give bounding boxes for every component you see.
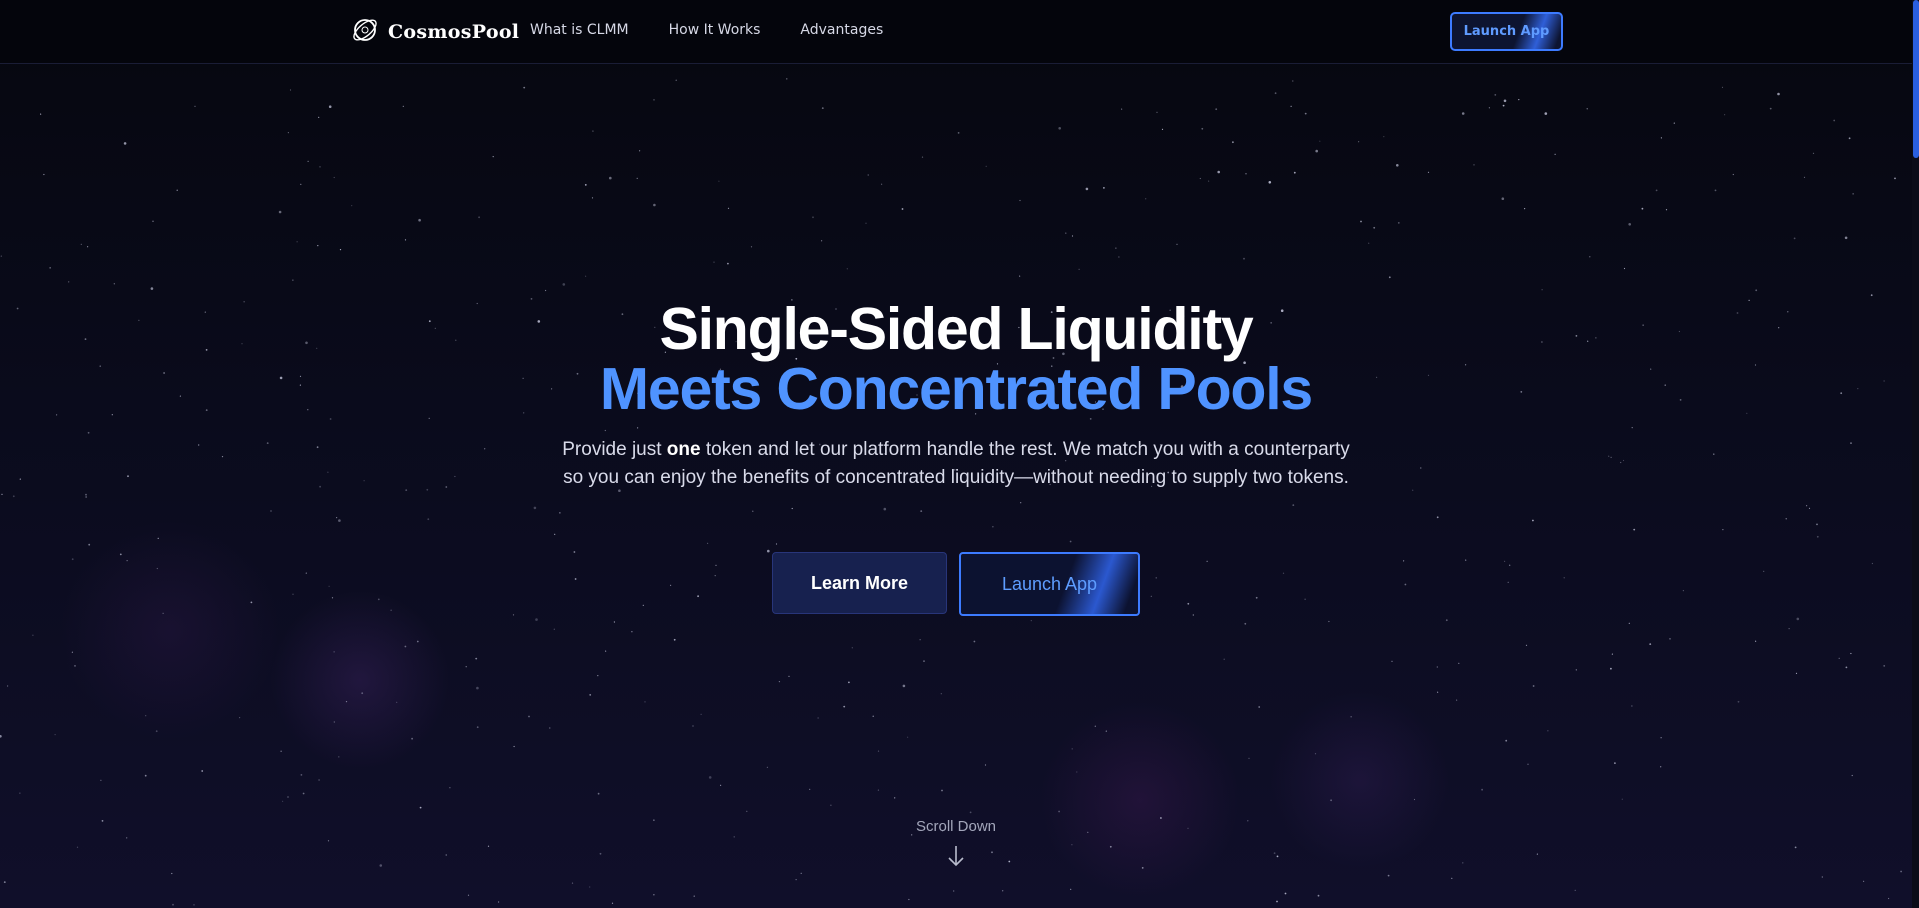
subtitle-emphasis: one — [666, 439, 701, 460]
main-nav: What is CLMM How It Works Advantages — [530, 22, 923, 38]
scrollbar-thumb[interactable] — [1913, 0, 1919, 158]
hero-launch-app-button[interactable]: Launch App — [959, 552, 1140, 616]
brand[interactable]: CosmosPool — [350, 16, 519, 48]
arrow-down-icon[interactable] — [946, 844, 966, 868]
top-navbar: CosmosPool What is CLMM How It Works Adv… — [0, 0, 1919, 64]
hero-title-line2: Meets Concentrated Pools — [599, 356, 1313, 422]
nav-link-what-is-clmm[interactable]: What is CLMM — [530, 22, 629, 38]
nav-link-how-it-works[interactable]: How It Works — [669, 22, 761, 38]
nav-link-advantages[interactable]: Advantages — [800, 22, 883, 38]
scroll-down-label[interactable]: Scroll Down — [856, 818, 1056, 835]
header-launch-app-button[interactable]: Launch App — [1450, 12, 1563, 51]
planet-orbit-icon — [350, 15, 380, 49]
subtitle-text-start: Provide just — [562, 439, 667, 460]
learn-more-button[interactable]: Learn More — [772, 552, 947, 614]
hero-subtitle: Provide just one token and let our platf… — [560, 436, 1352, 492]
landing-page: CosmosPool What is CLMM How It Works Adv… — [0, 0, 1919, 908]
brand-name: CosmosPool — [388, 21, 520, 43]
